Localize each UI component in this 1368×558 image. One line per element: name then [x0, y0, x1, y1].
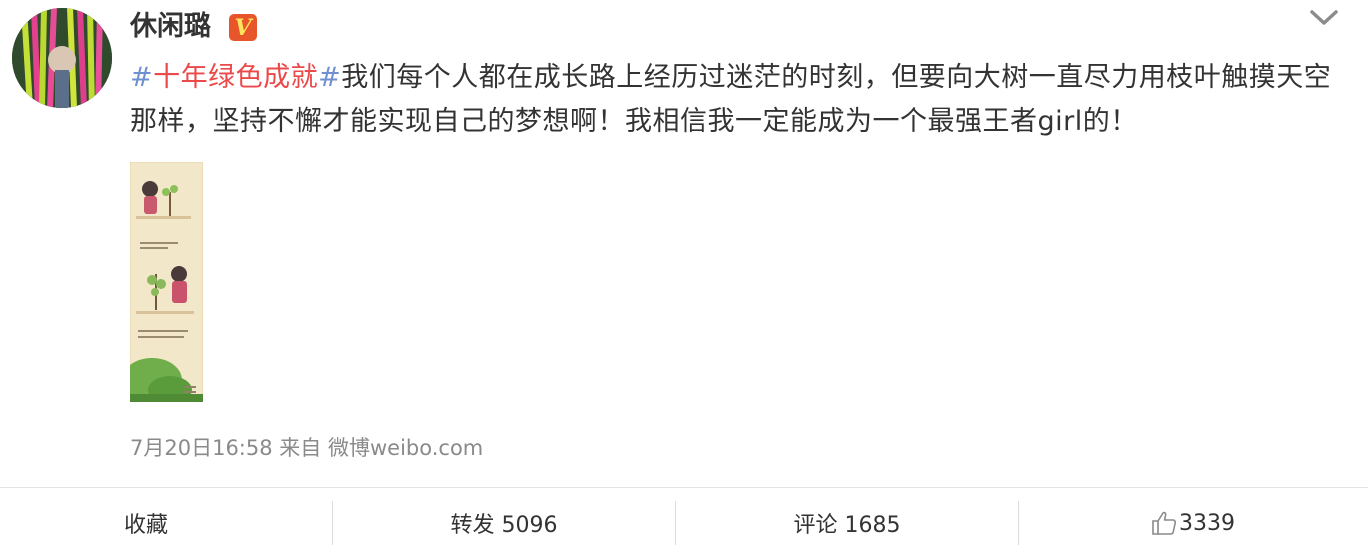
chevron-down-icon[interactable] — [1305, 4, 1343, 30]
comment-button[interactable]: 评论 1685 — [676, 488, 1018, 558]
thumbs-up-icon — [1152, 511, 1177, 535]
post-source-link[interactable]: 微博weibo.com — [328, 436, 483, 460]
avatar[interactable] — [12, 8, 112, 108]
like-button[interactable]: 3339 — [1019, 488, 1367, 558]
post-text: #十年绿色成就#我们每个人都在成长路上经历过迷茫的时刻，但要向大树一直尽力用枝叶… — [130, 56, 1345, 144]
favorite-label: 收藏 — [123, 513, 168, 538]
repost-label: 转发 5096 — [450, 513, 558, 538]
from-label: 来自 — [279, 436, 322, 460]
repost-button[interactable]: 转发 5096 — [333, 488, 675, 558]
action-bar: 收藏 转发 5096 评论 1685 3339 — [0, 488, 1368, 558]
author-name[interactable]: 休闲璐 — [130, 8, 211, 46]
verified-badge-letter: V — [234, 14, 252, 41]
hashtag-link[interactable]: #十年绿色成就# — [130, 62, 341, 93]
post-meta: 7月20日16:58 来自 微博weibo.com — [130, 432, 483, 464]
hashtag-open: # — [130, 62, 154, 93]
comment-label: 评论 1685 — [793, 513, 901, 538]
post-timestamp[interactable]: 7月20日16:58 — [130, 436, 273, 460]
verified-badge-icon: V — [229, 14, 257, 41]
post-image-thumbnail[interactable] — [130, 162, 203, 402]
avatar-image — [12, 8, 112, 108]
hashtag-close: # — [318, 62, 342, 93]
like-count: 3339 — [1179, 510, 1235, 536]
weibo-post-card: 休闲璐 V #十年绿色成就#我们每个人都在成长路上经历过迷茫的时刻，但要向大树一… — [0, 0, 1368, 558]
hashtag-topic: 十年绿色成就 — [153, 62, 319, 93]
favorite-button[interactable]: 收藏 — [0, 488, 332, 558]
